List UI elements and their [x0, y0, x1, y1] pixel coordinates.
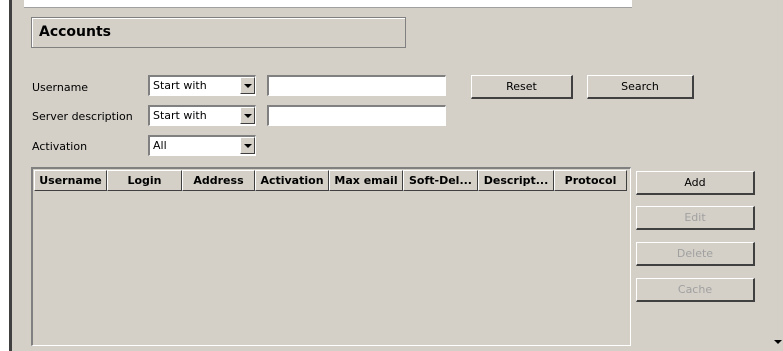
- accounts-table[interactable]: Username Login Address Activation Max em…: [31, 167, 631, 346]
- chevron-down-icon[interactable]: [240, 137, 255, 154]
- activation-value: All: [153, 139, 167, 152]
- server-description-input[interactable]: [267, 105, 446, 126]
- column-header-soft-delete[interactable]: Soft-Del...: [403, 170, 478, 191]
- server-description-label: Server description: [32, 110, 133, 123]
- section-header: Accounts: [31, 17, 406, 48]
- add-button[interactable]: Add: [636, 171, 755, 195]
- chevron-down-icon[interactable]: [240, 107, 255, 124]
- cache-button[interactable]: Cache: [636, 278, 755, 302]
- window-left-edge: [0, 0, 12, 351]
- column-header-protocol[interactable]: Protocol: [554, 170, 627, 191]
- column-header-description[interactable]: Descript...: [478, 170, 554, 191]
- username-match-value: Start with: [153, 79, 207, 92]
- username-input[interactable]: [267, 75, 446, 96]
- column-header-login[interactable]: Login: [107, 170, 182, 191]
- delete-button[interactable]: Delete: [636, 242, 755, 266]
- table-header: Username Login Address Activation Max em…: [34, 170, 627, 191]
- search-button[interactable]: Search: [587, 75, 694, 99]
- server-description-match-value: Start with: [153, 109, 207, 122]
- activation-select[interactable]: All: [148, 135, 256, 156]
- top-panel-edge: [24, 0, 632, 8]
- column-header-max-email[interactable]: Max email: [329, 170, 403, 191]
- column-header-username[interactable]: Username: [34, 170, 107, 191]
- column-header-activation[interactable]: Activation: [255, 170, 329, 191]
- edit-button[interactable]: Edit: [636, 206, 755, 230]
- section-title: Accounts: [39, 24, 112, 40]
- activation-label: Activation: [32, 140, 88, 153]
- server-description-match-select[interactable]: Start with: [148, 105, 256, 126]
- column-header-address[interactable]: Address: [182, 170, 255, 191]
- username-label: Username: [32, 81, 89, 94]
- username-match-select[interactable]: Start with: [148, 75, 256, 96]
- chevron-down-icon[interactable]: [240, 77, 255, 94]
- reset-button[interactable]: Reset: [471, 75, 573, 99]
- scroll-down-arrow-icon[interactable]: [773, 337, 783, 351]
